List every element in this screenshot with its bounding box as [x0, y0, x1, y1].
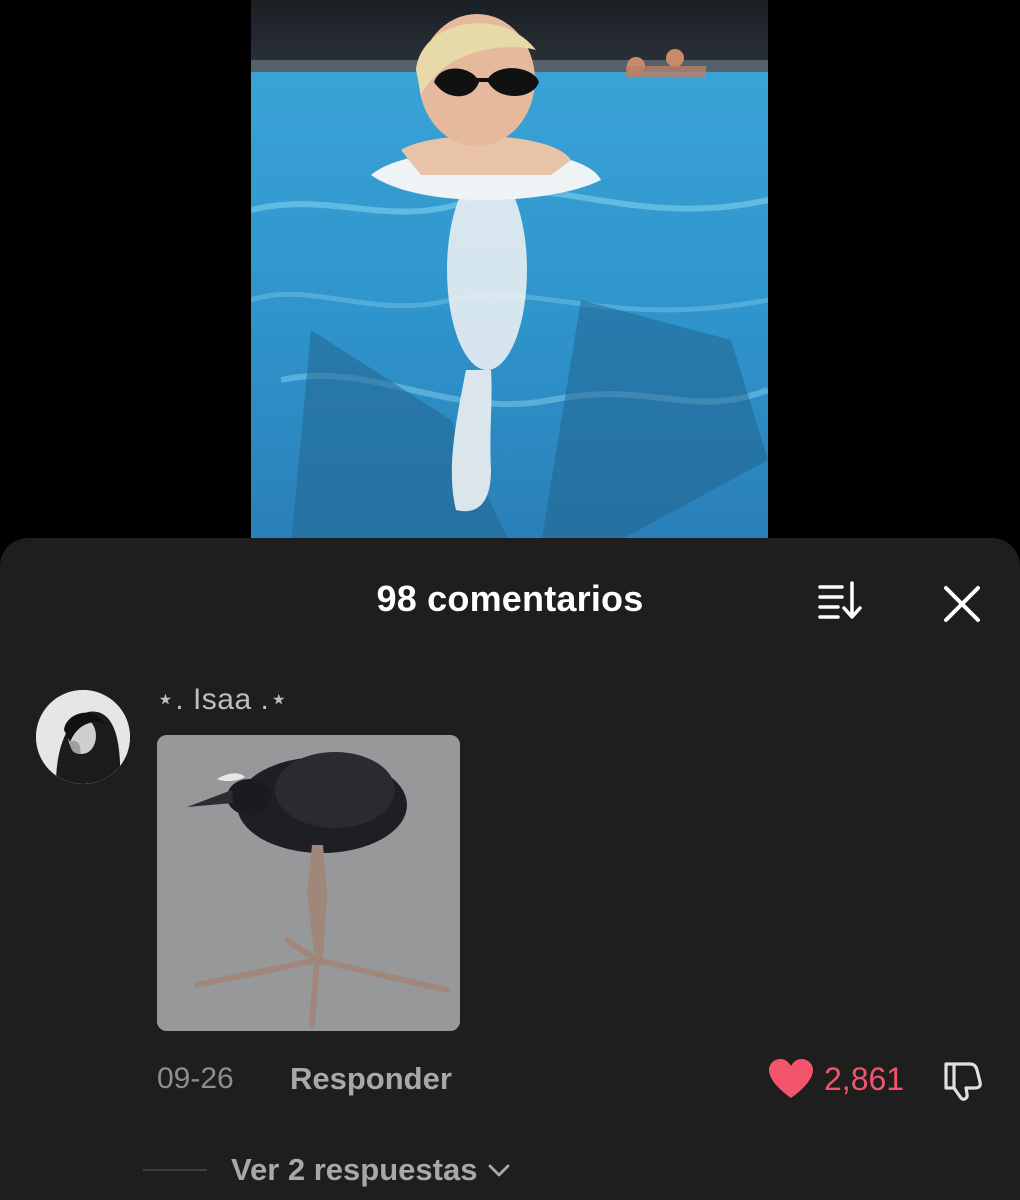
sort-button[interactable]: [812, 578, 868, 622]
comment-username[interactable]: ⋆. Isaa .⋆: [156, 682, 289, 717]
app-screen: 98 comentarios ⋆. Isaa .⋆ 09-26 Responde…: [0, 0, 1020, 1200]
replies-divider: [143, 1169, 207, 1171]
video-player[interactable]: [251, 0, 768, 545]
comments-sheet: 98 comentarios ⋆. Isaa .⋆ 09-26 Responde…: [0, 538, 1020, 1200]
bird-sticker-image[interactable]: [157, 735, 460, 1031]
pool-video-frame: [251, 0, 768, 545]
comment-item: ⋆. Isaa .⋆ 09-26 Responder 2,861 Ver 2 r…: [0, 678, 1020, 1198]
replies-label: Ver 2 respuestas: [231, 1152, 478, 1187]
view-replies-button[interactable]: Ver 2 respuestas: [143, 1148, 511, 1192]
comment-date: 09-26: [157, 1062, 234, 1095]
reply-button[interactable]: Responder: [290, 1061, 452, 1097]
like-count: 2,861: [824, 1060, 905, 1097]
chevron-down-icon: [489, 1164, 510, 1177]
dislike-button[interactable]: [936, 1056, 988, 1104]
sort-icon: [818, 581, 862, 619]
close-button[interactable]: [936, 578, 988, 630]
heart-icon: [769, 1059, 813, 1098]
like-button[interactable]: 2,861: [768, 1056, 904, 1102]
close-icon: [944, 586, 980, 622]
thumbs-down-icon: [944, 1062, 982, 1101]
avatar[interactable]: [36, 690, 130, 784]
